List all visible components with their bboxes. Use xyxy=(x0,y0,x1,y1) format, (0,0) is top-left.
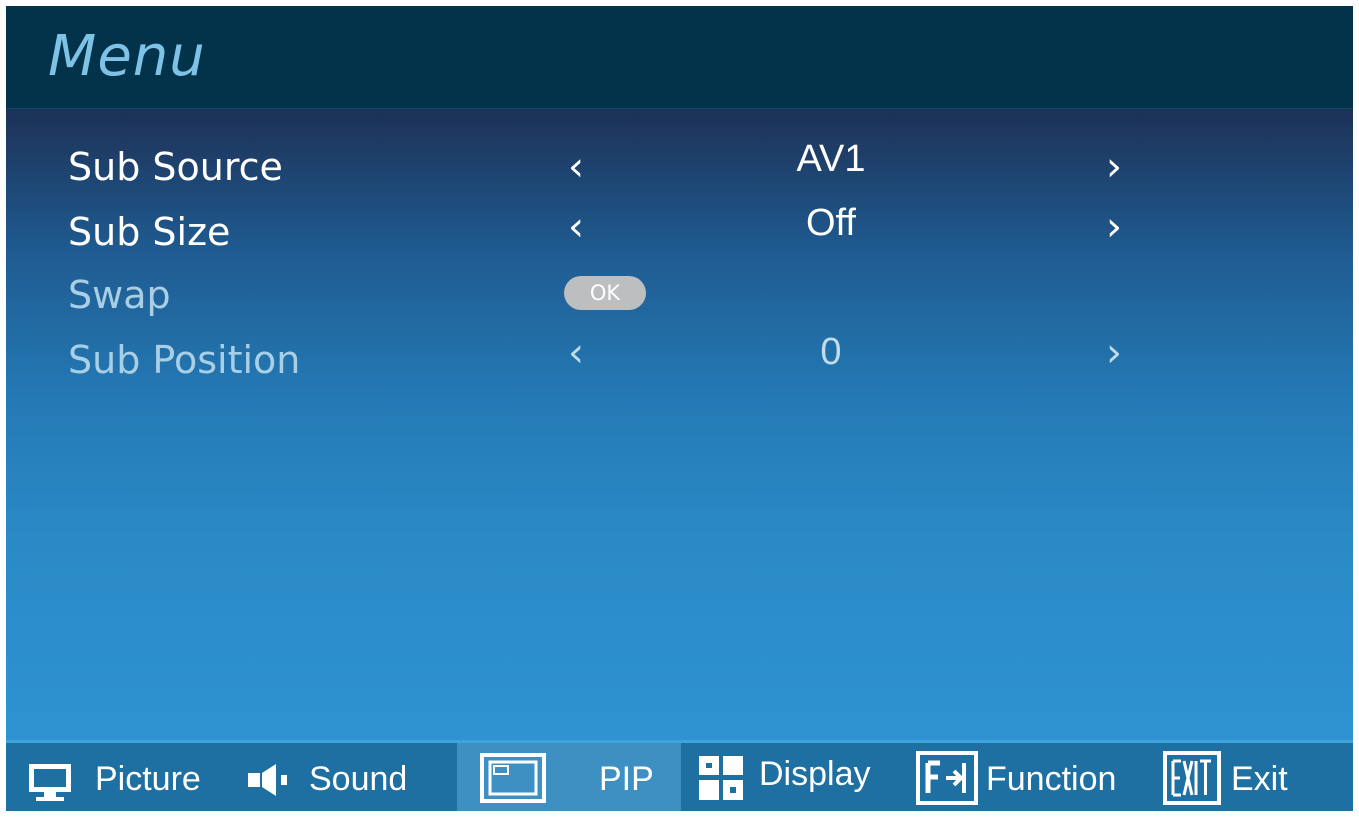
nav-item-function[interactable]: Function xyxy=(914,743,1144,811)
sub-source-label: Sub Source xyxy=(68,145,283,189)
nav-item-display[interactable]: Display xyxy=(694,743,894,811)
sub-source-row[interactable]: Sub Source ‹ AV1 › xyxy=(6,136,1353,196)
nav-item-sound[interactable]: Sound xyxy=(236,743,426,811)
sub-position-next-arrow[interactable]: › xyxy=(1106,333,1122,373)
nav-item-picture[interactable]: Picture xyxy=(24,743,214,811)
pip-window-icon xyxy=(480,753,546,803)
swap-label: Swap xyxy=(68,273,171,317)
sub-position-label: Sub Position xyxy=(68,338,301,382)
nav-item-exit[interactable]: Exit xyxy=(1161,743,1331,811)
sub-source-next-arrow[interactable]: › xyxy=(1106,147,1122,187)
nav-item-pip[interactable]: PIP xyxy=(457,743,681,811)
nav-label-picture: Picture xyxy=(95,760,201,798)
pip-settings-panel: Sub Source ‹ AV1 › Sub Size ‹ Off › Swap… xyxy=(6,109,1353,740)
nav-label-pip: PIP xyxy=(599,760,654,798)
sub-position-row[interactable]: Sub Position ‹ 0 › xyxy=(6,330,1353,390)
function-icon xyxy=(916,751,978,805)
sub-size-next-arrow[interactable]: › xyxy=(1106,207,1122,247)
sub-position-prev-arrow[interactable]: ‹ xyxy=(568,333,584,373)
sub-size-prev-arrow[interactable]: ‹ xyxy=(568,207,584,247)
sub-source-value: AV1 xyxy=(796,138,866,180)
swap-row[interactable]: Swap OK xyxy=(6,266,1353,326)
sub-position-value: 0 xyxy=(820,331,842,373)
speaker-icon xyxy=(246,763,292,797)
bottom-nav-bar: Picture Sound PIP Display Function Exit xyxy=(6,740,1353,811)
sub-size-label: Sub Size xyxy=(68,210,231,254)
menu-title: Menu xyxy=(48,24,206,89)
grid-display-icon xyxy=(696,753,746,803)
sub-source-prev-arrow[interactable]: ‹ xyxy=(568,147,584,187)
nav-label-function: Function xyxy=(986,760,1117,798)
nav-label-exit: Exit xyxy=(1231,760,1288,798)
sub-size-value: Off xyxy=(806,202,856,244)
swap-ok-button[interactable]: OK xyxy=(564,276,646,310)
nav-label-sound: Sound xyxy=(309,760,408,798)
exit-icon xyxy=(1163,751,1221,805)
nav-label-display: Display xyxy=(759,755,871,793)
osd-screen: Menu Sub Source ‹ AV1 › Sub Size ‹ Off ›… xyxy=(6,6,1353,811)
title-bar: Menu xyxy=(6,6,1353,109)
monitor-icon xyxy=(26,761,74,803)
sub-size-row[interactable]: Sub Size ‹ Off › xyxy=(6,202,1353,262)
